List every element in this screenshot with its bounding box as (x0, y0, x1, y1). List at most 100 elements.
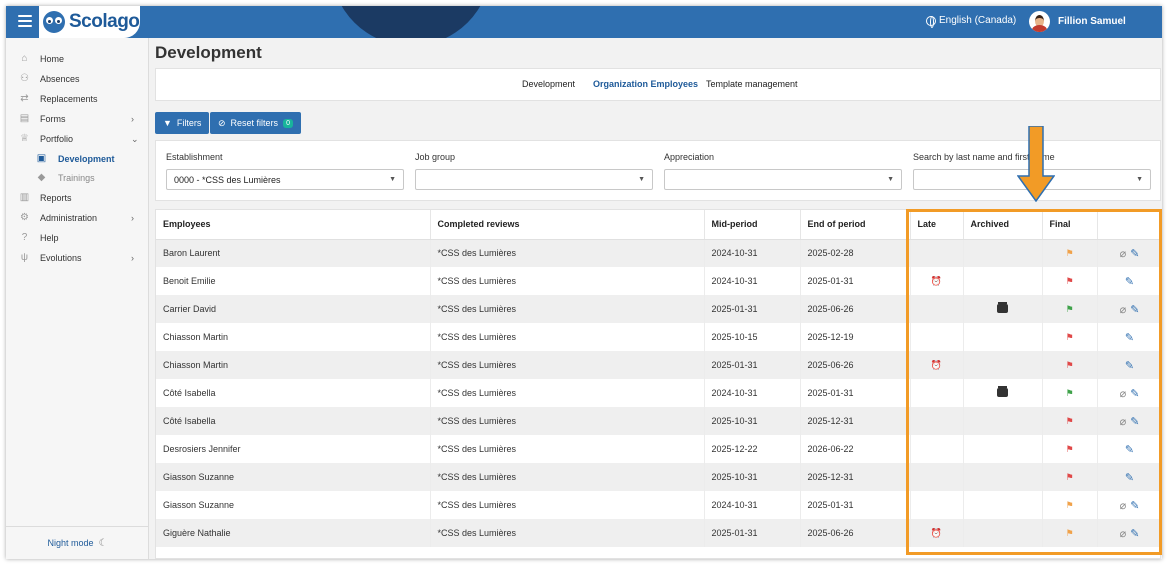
evolutions-icon: ψ (20, 252, 29, 263)
edit-pencil-icon[interactable]: ✎ (1130, 304, 1139, 316)
tab-organization-employees[interactable]: Organization Employees (593, 79, 698, 89)
archive-box-icon (997, 301, 1008, 313)
edit-pencil-icon[interactable]: ✎ (1125, 360, 1134, 372)
sidebar-item-evolutions[interactable]: ψ Evolutions › (6, 249, 149, 267)
table-row[interactable]: Giguère Nathalie *CSS des Lumières 2025-01… (156, 519, 1160, 547)
column-header-completed-reviews[interactable]: Completed reviews (430, 210, 705, 240)
flag-icon: ⚑ (1065, 415, 1074, 426)
table-row[interactable]: Giasson Suzanne *CSS des Lumières 2025-10-… (156, 463, 1160, 491)
actions-cell: ⌀ ✎ (1097, 239, 1160, 267)
end-of-period-cell: 2025-12-31 (800, 463, 911, 491)
reset-filters-button[interactable]: ⊘ Reset filters 0 (210, 112, 301, 134)
filters-button[interactable]: ▼ Filters (155, 112, 210, 134)
sidebar-item-portfolio[interactable]: ♕ Portfolio ⌄ (6, 130, 149, 148)
establishment-select[interactable]: 0000 - *CSS des Lumières ▼ (166, 169, 404, 190)
sidebar-item-label: Absences (40, 74, 80, 84)
archived-cell (963, 323, 1043, 351)
column-header-end-of-period[interactable]: End of period (800, 210, 911, 240)
table-row[interactable]: Carrier David *CSS des Lumières 2025-01-31… (156, 295, 1160, 323)
paperclip-icon[interactable]: ⌀ (1120, 304, 1127, 316)
reset-count-badge: 0 (283, 118, 293, 128)
employee-cell: Carrier David (156, 295, 431, 323)
mid-period-cell: 2025-10-31 (704, 407, 801, 435)
end-of-period-cell: 2025-01-31 (800, 491, 911, 519)
paperclip-icon[interactable]: ⌀ (1120, 388, 1127, 400)
edit-pencil-icon[interactable]: ✎ (1125, 276, 1134, 288)
table-row[interactable]: Chiasson Martin *CSS des Lumières 2025-10-… (156, 323, 1160, 351)
flag-icon: ⚑ (1065, 387, 1074, 398)
language-selector[interactable]: English (Canada) (926, 15, 1016, 28)
flag-icon: ⚑ (1065, 247, 1074, 258)
sidebar-item-trainings[interactable]: ◆ Trainings (6, 169, 149, 187)
archived-cell (963, 463, 1043, 491)
edit-pencil-icon[interactable]: ✎ (1125, 332, 1134, 344)
caret-down-icon: ▼ (887, 176, 894, 183)
paperclip-icon[interactable]: ⌀ (1120, 500, 1127, 512)
sidebar-item-home[interactable]: ⌂ Home (6, 50, 149, 68)
paperclip-icon[interactable]: ⌀ (1120, 416, 1127, 428)
column-header-employees[interactable]: Employees (156, 210, 431, 240)
employee-cell: Chiasson Martin (156, 323, 431, 351)
column-header-mid-period[interactable]: Mid-period (704, 210, 801, 240)
employee-cell: Chiasson Martin (156, 351, 431, 379)
table-row[interactable]: Giasson Suzanne *CSS des Lumières 2024-10-… (156, 491, 1160, 519)
flag-icon: ⚑ (1065, 331, 1074, 342)
job-group-select[interactable]: ▼ (415, 169, 653, 190)
sidebar-item-label: Replacements (40, 94, 98, 104)
sidebar-item-forms[interactable]: ▤ Forms › (6, 110, 149, 128)
sidebar-item-reports[interactable]: ▥ Reports (6, 189, 149, 207)
employee-cell: Giasson Suzanne (156, 463, 431, 491)
sidebar-item-label: Administration (40, 213, 98, 223)
table-row[interactable]: Côté Isabella *CSS des Lumières 2024-10-31… (156, 379, 1160, 407)
mid-period-cell: 2025-10-31 (704, 463, 801, 491)
user-menu[interactable]: Fillion Samuel (1029, 11, 1126, 32)
column-header-archived[interactable]: Archived (963, 210, 1043, 240)
column-header-final[interactable]: Final (1042, 210, 1098, 240)
table-row[interactable]: Benoit Emilie *CSS des Lumières 2024-10-31… (156, 267, 1160, 295)
help-icon: ? (21, 232, 28, 243)
user-name: Fillion Samuel (1058, 16, 1126, 27)
edit-pencil-icon[interactable]: ✎ (1130, 248, 1139, 260)
table-row[interactable]: Côté Isabella *CSS des Lumières 2025-10-31… (156, 407, 1160, 435)
night-mode-toggle[interactable]: Night mode ☾ (6, 526, 149, 559)
caret-down-icon: ▼ (389, 176, 396, 183)
logo[interactable]: Scolago (39, 6, 140, 38)
sidebar-item-label: Development (58, 154, 115, 164)
archived-cell (963, 491, 1043, 519)
edit-pencil-icon[interactable]: ✎ (1130, 416, 1139, 428)
table-row[interactable]: Desrosiers Jennifer *CSS des Lumières 2025… (156, 435, 1160, 463)
sidebar-item-development[interactable]: ▣ Development (6, 150, 149, 168)
paperclip-icon[interactable]: ⌀ (1120, 528, 1127, 540)
review-cell: *CSS des Lumières (430, 351, 705, 379)
appreciation-select[interactable]: ▼ (664, 169, 902, 190)
chevron-right-icon: › (131, 213, 134, 223)
employee-cell: Côté Isabella (156, 407, 431, 435)
end-of-period-cell: 2025-01-31 (800, 267, 911, 295)
edit-pencil-icon[interactable]: ✎ (1130, 500, 1139, 512)
sidebar-item-administration[interactable]: ⚙ Administration › (6, 209, 149, 227)
late-cell (910, 435, 964, 463)
page-title: Development (155, 43, 262, 62)
review-cell: *CSS des Lumières (430, 239, 705, 267)
table-row[interactable]: Baron Laurent *CSS des Lumières 2024-10-31… (156, 239, 1160, 267)
edit-pencil-icon[interactable]: ✎ (1130, 388, 1139, 400)
sidebar-item-help[interactable]: ? Help (6, 229, 149, 247)
sidebar-item-label: Help (40, 233, 59, 243)
sidebar-item-replacements[interactable]: ⇄ Replacements (6, 90, 149, 108)
tab-development[interactable]: Development (522, 79, 575, 89)
menu-icon[interactable] (18, 15, 32, 27)
paperclip-icon[interactable]: ⌀ (1120, 248, 1127, 260)
edit-pencil-icon[interactable]: ✎ (1125, 472, 1134, 484)
table-row[interactable]: Chiasson Martin *CSS des Lumières 2025-01-… (156, 351, 1160, 379)
appreciation-label: Appreciation (664, 152, 715, 162)
replacements-icon: ⇄ (20, 93, 29, 104)
forms-icon: ▤ (19, 113, 30, 124)
chevron-right-icon: › (131, 253, 134, 263)
edit-pencil-icon[interactable]: ✎ (1130, 528, 1139, 540)
sidebar-item-absences[interactable]: ⚇ Absences (6, 70, 149, 88)
final-cell: ⚑ (1042, 267, 1098, 295)
late-alarm-icon: ⏰ (930, 359, 943, 370)
tab-template-management[interactable]: Template management (706, 79, 798, 89)
edit-pencil-icon[interactable]: ✎ (1125, 444, 1134, 456)
column-header-late[interactable]: Late (910, 210, 964, 240)
